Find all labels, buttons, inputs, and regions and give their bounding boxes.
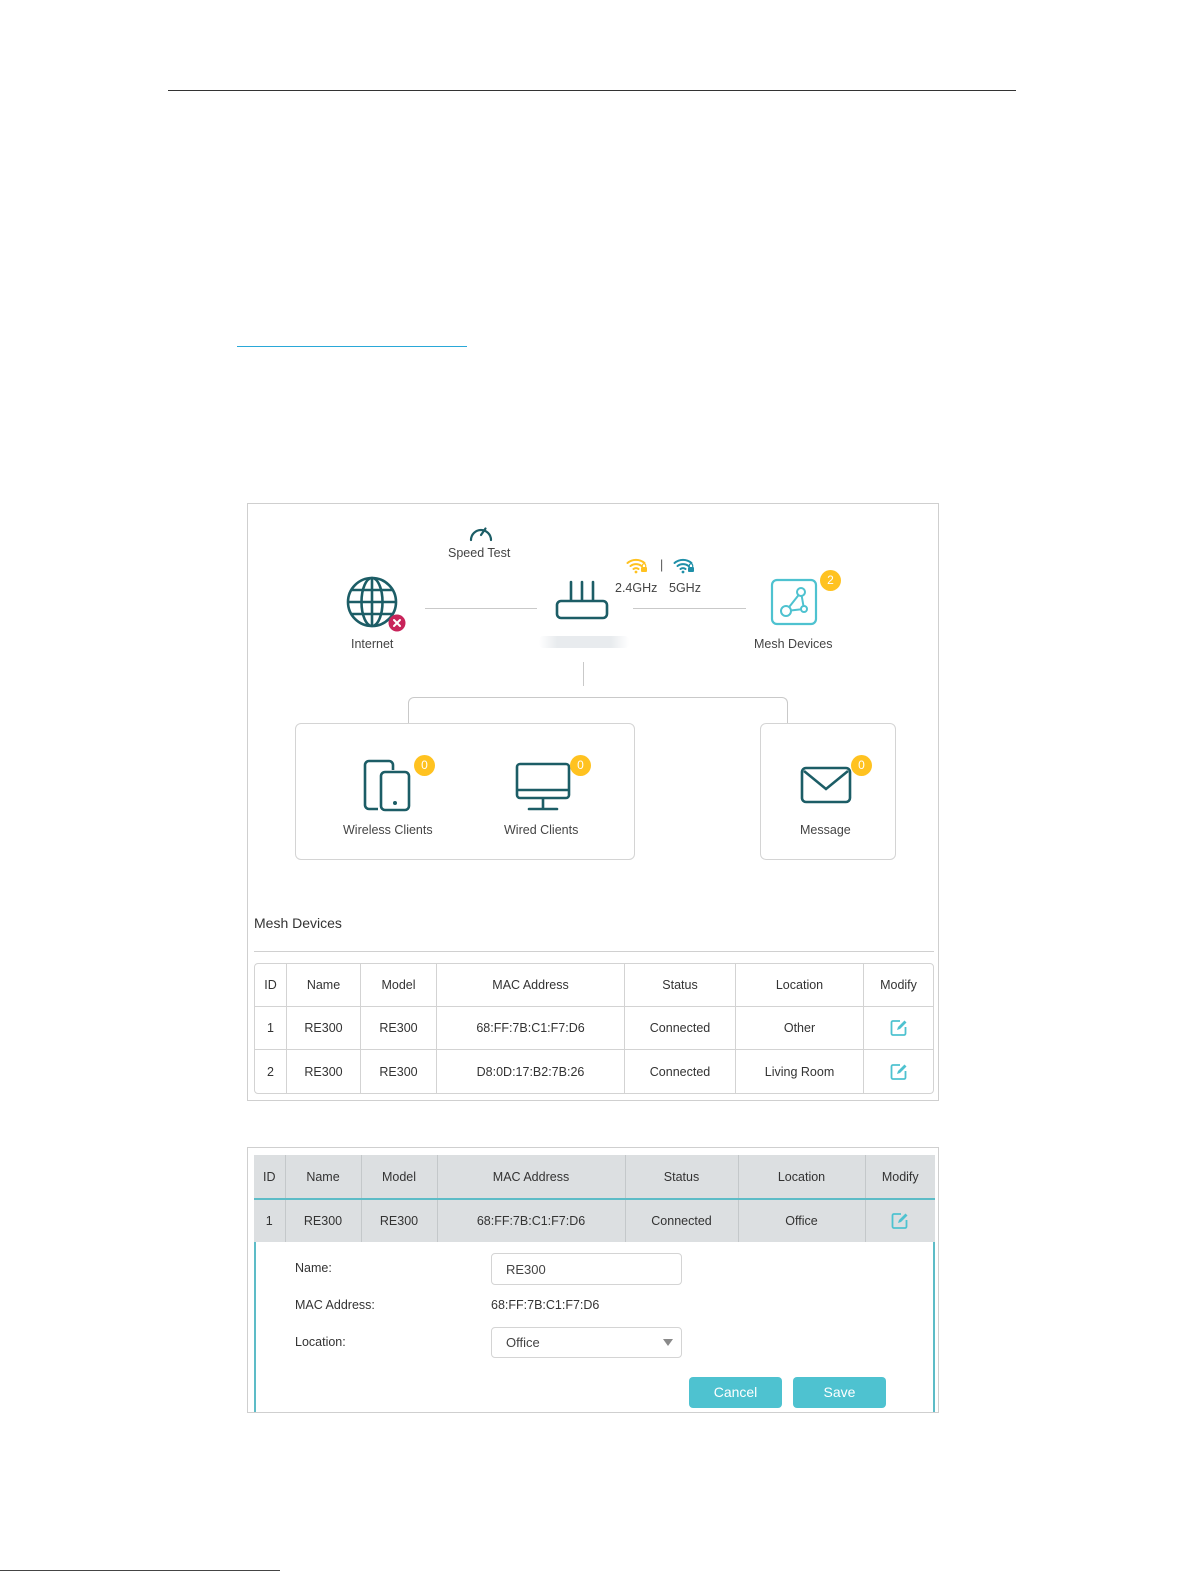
wireless-clients-label: Wireless Clients — [343, 823, 433, 837]
message-count-badge: 0 — [851, 755, 872, 776]
band-separator: | — [660, 558, 664, 572]
page-header-rule — [168, 90, 1016, 91]
cell-id: 1 — [254, 1198, 286, 1242]
col-header-status: Status — [625, 964, 736, 1007]
doc-link-underline — [237, 346, 467, 347]
cell-mac: 68:FF:7B:C1:F7:D6 — [437, 1198, 626, 1242]
page-footer-rule — [0, 1570, 280, 1571]
cell-name: RE300 — [287, 1050, 361, 1093]
cancel-button[interactable]: Cancel — [689, 1377, 782, 1408]
col-header-id: ID — [255, 964, 287, 1007]
edit-mesh-device-panel: ID Name Model MAC Address Status Locatio… — [247, 1147, 939, 1413]
cell-name: RE300 — [287, 1007, 361, 1050]
col-header-modify: Modify — [865, 1155, 935, 1199]
location-select-value: Office — [506, 1335, 540, 1350]
connector-internet-router — [425, 608, 537, 609]
col-header-location: Location — [738, 1155, 866, 1199]
cell-modify — [865, 1198, 935, 1242]
col-header-model: Model — [361, 1155, 438, 1199]
save-button[interactable]: Save — [793, 1377, 886, 1408]
mesh-devices-count-badge: 2 — [820, 570, 841, 591]
internet-label: Internet — [351, 637, 394, 651]
col-header-modify: Modify — [864, 964, 933, 1007]
name-field-label: Name: — [295, 1261, 332, 1275]
mesh-network-icon — [770, 578, 818, 626]
mac-address-label: MAC Address: — [295, 1298, 375, 1312]
table-row: 1 RE300 RE300 68:FF:7B:C1:F7:D6 Connecte… — [255, 1007, 933, 1050]
cell-location: Other — [736, 1007, 864, 1050]
cell-modify — [864, 1050, 933, 1093]
location-select[interactable]: Office — [491, 1327, 682, 1358]
cell-model: RE300 — [361, 1198, 438, 1242]
chevron-down-icon — [663, 1339, 673, 1346]
mesh-devices-section-title: Mesh Devices — [254, 915, 342, 931]
edit-mesh-table: ID Name Model MAC Address Status Locatio… — [254, 1155, 935, 1242]
cell-status: Connected — [625, 1050, 736, 1093]
cell-modify — [864, 1007, 933, 1050]
col-header-status: Status — [625, 1155, 739, 1199]
edit-icon[interactable] — [890, 1019, 908, 1037]
cell-status: Connected — [625, 1007, 736, 1050]
cell-status: Connected — [625, 1198, 739, 1242]
network-map-panel: Speed Test Internet | 2.4GHz 5GHz Mesh D… — [247, 503, 939, 1101]
speedometer-icon — [469, 527, 493, 542]
col-header-model: Model — [361, 964, 437, 1007]
message-label: Message — [800, 823, 851, 837]
connector-router-mesh — [633, 608, 746, 609]
cell-name: RE300 — [285, 1198, 362, 1242]
wifi-5g-locked-icon — [673, 558, 694, 574]
col-header-name: Name — [287, 964, 361, 1007]
cell-mac: 68:FF:7B:C1:F7:D6 — [437, 1007, 625, 1050]
mesh-devices-label: Mesh Devices — [754, 637, 833, 651]
wired-clients-count-badge: 0 — [570, 755, 591, 776]
mac-address-value: 68:FF:7B:C1:F7:D6 — [491, 1298, 600, 1312]
wireless-clients-count-badge: 0 — [414, 755, 435, 776]
tablet-phone-icon — [363, 759, 411, 812]
connector-router-down — [583, 662, 584, 686]
mesh-devices-table: ID Name Model MAC Address Status Locatio… — [254, 963, 934, 1094]
cell-model: RE300 — [361, 1007, 437, 1050]
col-header-location: Location — [736, 964, 864, 1007]
section-divider — [254, 951, 934, 952]
col-header-name: Name — [285, 1155, 362, 1199]
band-5g-label: 5GHz — [669, 581, 701, 595]
speed-test-label: Speed Test — [448, 546, 511, 560]
envelope-icon — [800, 766, 852, 804]
cell-location: Office — [738, 1198, 866, 1242]
cell-model: RE300 — [361, 1050, 437, 1093]
location-field-label: Location: — [295, 1335, 346, 1349]
router-name-redacted — [539, 636, 629, 648]
table-header-row: ID Name Model MAC Address Status Locatio… — [254, 1155, 935, 1199]
internet-node[interactable]: Internet — [338, 574, 408, 654]
speed-test-button[interactable]: Speed Test — [442, 521, 522, 565]
cell-id: 2 — [255, 1050, 287, 1093]
edit-icon[interactable] — [891, 1212, 909, 1230]
router-icon — [555, 580, 609, 620]
col-header-mac: MAC Address — [437, 1155, 626, 1199]
table-row-selected: 1 RE300 RE300 68:FF:7B:C1:F7:D6 Connecte… — [254, 1198, 935, 1242]
disconnected-error-icon — [388, 614, 406, 632]
table-header-row: ID Name Model MAC Address Status Locatio… — [255, 964, 933, 1007]
cell-location: Living Room — [736, 1050, 864, 1093]
table-row: 2 RE300 RE300 D8:0D:17:B2:7B:26 Connecte… — [255, 1050, 933, 1093]
cell-id: 1 — [255, 1007, 287, 1050]
name-input[interactable] — [491, 1253, 682, 1285]
wifi-2g-locked-icon — [626, 558, 647, 574]
cell-mac: D8:0D:17:B2:7B:26 — [437, 1050, 625, 1093]
col-header-mac: MAC Address — [437, 964, 625, 1007]
desktop-monitor-icon — [515, 762, 571, 811]
connector-branch — [408, 697, 788, 724]
col-header-id: ID — [254, 1155, 286, 1199]
wired-clients-label: Wired Clients — [504, 823, 579, 837]
edit-icon[interactable] — [890, 1063, 908, 1081]
